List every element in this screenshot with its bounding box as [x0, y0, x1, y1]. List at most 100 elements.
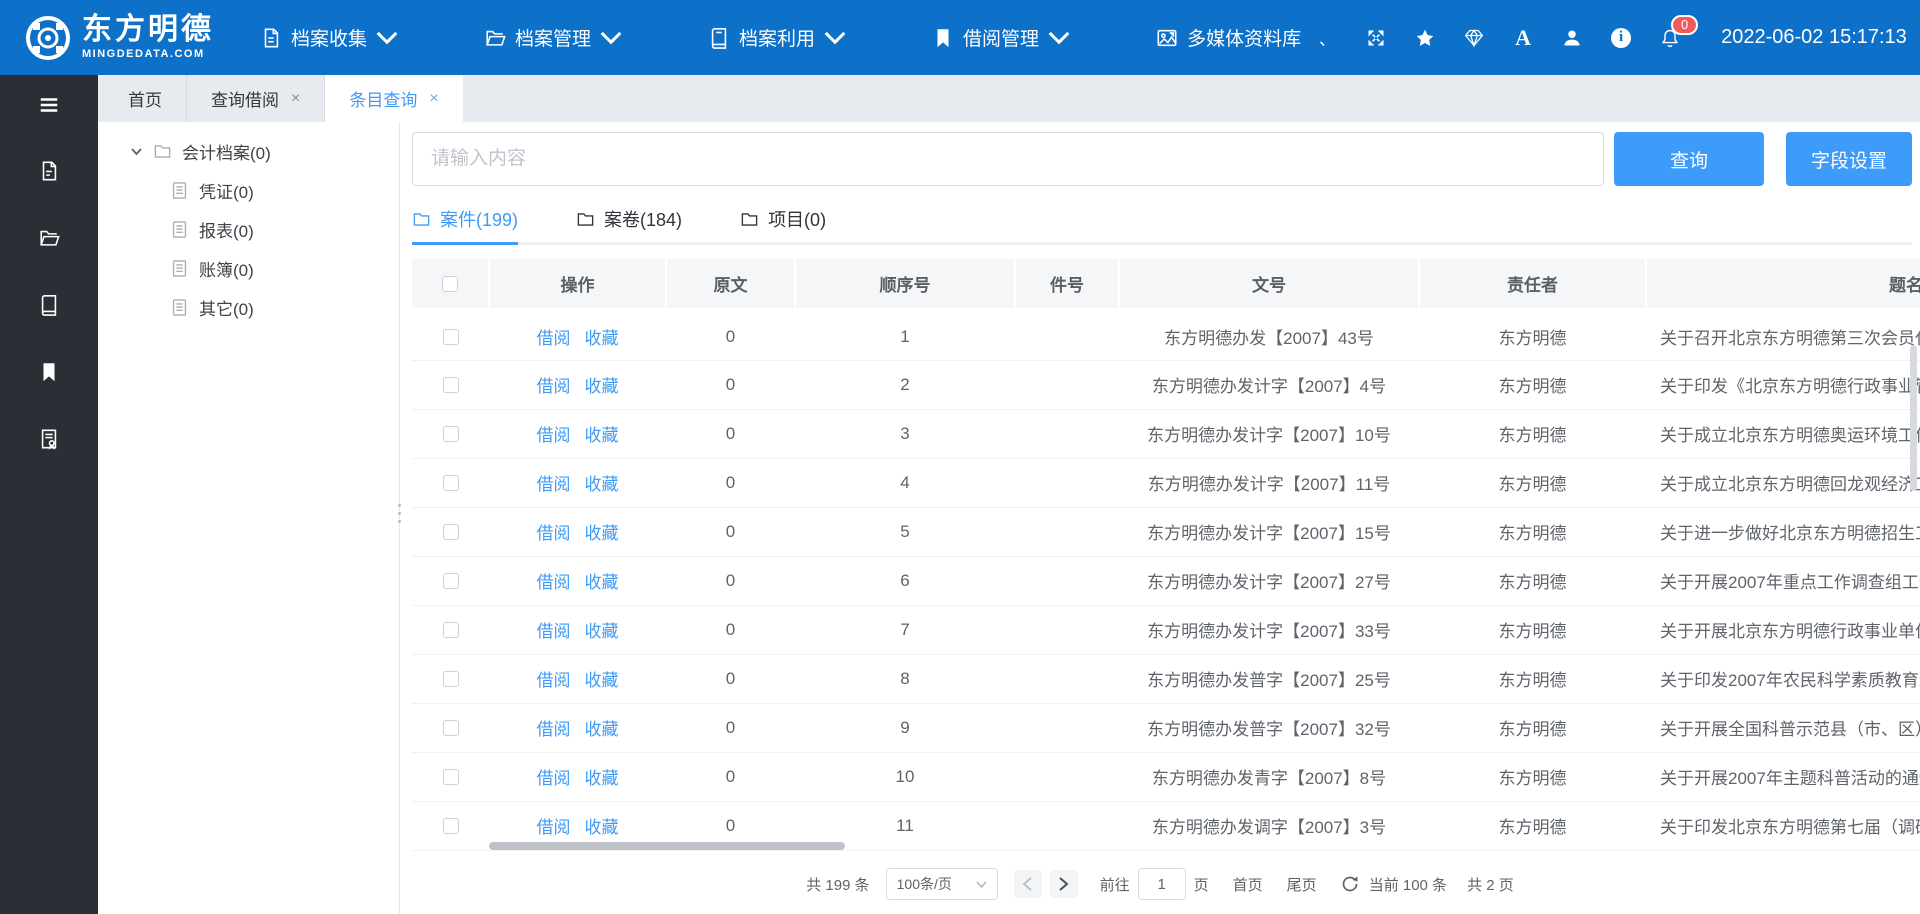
borrow-link[interactable]: 借阅: [537, 377, 571, 396]
query-button[interactable]: 查询: [1614, 132, 1764, 186]
favorite-link[interactable]: 收藏: [585, 426, 619, 445]
close-icon[interactable]: ×: [291, 90, 300, 108]
favorite-link[interactable]: 收藏: [585, 475, 619, 494]
cell-title: 关于印发北京东方明德第七届（调研）工作的通知: [1646, 801, 1920, 850]
borrow-link[interactable]: 借阅: [537, 720, 571, 739]
fullscreen-icon[interactable]: [1365, 27, 1387, 49]
close-icon[interactable]: ×: [429, 90, 438, 108]
cell-responsible: 东方明德: [1419, 752, 1646, 801]
brand: 东方明德 MINGDEDATA.COM: [24, 14, 214, 62]
tree-node-report[interactable]: 报表(0): [98, 210, 399, 249]
borrow-link[interactable]: 借阅: [537, 818, 571, 837]
row-checkbox[interactable]: [443, 818, 459, 834]
favorite-link[interactable]: 收藏: [585, 573, 619, 592]
result-tab-cases[interactable]: 案件(199): [412, 206, 518, 245]
menu-archive-manage[interactable]: 档案管理: [484, 24, 622, 51]
folder-icon: [576, 210, 595, 229]
favorite-link[interactable]: 收藏: [585, 720, 619, 739]
favorite-link[interactable]: 收藏: [585, 818, 619, 837]
nav-icon-group: A i 0: [1365, 27, 1681, 49]
menu-media-library[interactable]: 多媒体资料库: [1156, 24, 1301, 51]
row-checkbox[interactable]: [443, 720, 459, 736]
vertical-scrollbar[interactable]: [1910, 345, 1917, 491]
last-page-link[interactable]: 尾页: [1287, 874, 1317, 895]
tree-node-other[interactable]: 其它(0): [98, 288, 399, 327]
tree-node-root[interactable]: 会计档案(0): [98, 132, 399, 171]
star-icon[interactable]: [1414, 27, 1436, 49]
font-size-icon[interactable]: A: [1512, 27, 1534, 49]
rail-certificate-icon[interactable]: [27, 417, 71, 461]
favorite-link[interactable]: 收藏: [585, 769, 619, 788]
borrow-link[interactable]: 借阅: [537, 622, 571, 641]
menu-archive-use[interactable]: 档案利用: [708, 24, 846, 51]
select-all-checkbox[interactable]: [442, 276, 458, 292]
cell-seq: 9: [795, 703, 1015, 752]
result-tab-volumes[interactable]: 案卷(184): [576, 206, 682, 245]
next-page-button[interactable]: [1050, 870, 1078, 898]
menu-borrow-manage[interactable]: 借阅管理: [932, 24, 1070, 51]
favorite-link[interactable]: 收藏: [585, 377, 619, 396]
row-checkbox[interactable]: [443, 426, 459, 442]
tab-query-borrow[interactable]: 查询借阅 ×: [187, 75, 325, 122]
table-row: 借阅收藏010东方明德办发青字【2007】8号东方明德关于开展2007年主题科普…: [412, 752, 1920, 801]
rail-bookmark-icon[interactable]: [27, 350, 71, 394]
cell-doc-no: 东方明德办发计字【2007】10号: [1119, 409, 1419, 458]
favorite-link[interactable]: 收藏: [585, 622, 619, 641]
row-checkbox[interactable]: [443, 769, 459, 785]
search-input[interactable]: [412, 132, 1604, 186]
checkbox-cell: [412, 409, 489, 458]
borrow-link[interactable]: 借阅: [537, 671, 571, 690]
row-checkbox[interactable]: [443, 573, 459, 589]
gem-icon[interactable]: [1463, 27, 1485, 49]
menu-label: 档案收集: [291, 24, 367, 51]
menu-label: 借阅管理: [963, 24, 1039, 51]
prev-page-button[interactable]: [1014, 870, 1042, 898]
tab-home[interactable]: 首页: [104, 75, 187, 122]
cell-doc-no: 东方明德办发青字【2007】8号: [1119, 752, 1419, 801]
favorite-link[interactable]: 收藏: [585, 671, 619, 690]
field-settings-button[interactable]: 字段设置: [1786, 132, 1912, 186]
cell-doc-no: 东方明德办发计字【2007】27号: [1119, 556, 1419, 605]
borrow-link[interactable]: 借阅: [537, 769, 571, 788]
borrow-link[interactable]: 借阅: [537, 329, 571, 348]
tree-node-voucher[interactable]: 凭证(0): [98, 171, 399, 210]
menu-archive-collect[interactable]: 档案收集: [260, 24, 398, 51]
result-tab-projects[interactable]: 项目(0): [740, 206, 826, 245]
cell-title: 关于开展2007年重点工作调查组工作的通知: [1646, 556, 1920, 605]
current-count: 当前 100 条: [1369, 874, 1447, 895]
row-checkbox[interactable]: [443, 329, 459, 345]
user-icon[interactable]: [1561, 27, 1583, 49]
page-size-select[interactable]: 100条/页: [886, 868, 998, 900]
borrow-link[interactable]: 借阅: [537, 524, 571, 543]
chevron-down-icon: [824, 27, 846, 49]
cell-original: 0: [666, 311, 795, 360]
cell-doc-no: 东方明德办发【2007】43号: [1119, 311, 1419, 360]
borrow-link[interactable]: 借阅: [537, 426, 571, 445]
collapse-menu-icon[interactable]: [27, 83, 71, 127]
borrow-link[interactable]: 借阅: [537, 573, 571, 592]
info-icon[interactable]: i: [1610, 27, 1632, 49]
row-checkbox[interactable]: [443, 475, 459, 491]
tab-entry-query[interactable]: 条目查询 ×: [325, 75, 462, 122]
rail-pdf-file-icon[interactable]: [27, 149, 71, 193]
brand-title: 东方明德: [82, 15, 214, 45]
horizontal-scrollbar[interactable]: [489, 842, 845, 850]
caret-down-icon[interactable]: [130, 145, 143, 158]
cell-seq: 6: [795, 556, 1015, 605]
tree-node-ledger[interactable]: 账簿(0): [98, 249, 399, 288]
rail-book-icon[interactable]: [27, 283, 71, 327]
row-checkbox[interactable]: [443, 524, 459, 540]
favorite-link[interactable]: 收藏: [585, 524, 619, 543]
row-checkbox[interactable]: [443, 622, 459, 638]
favorite-link[interactable]: 收藏: [585, 329, 619, 348]
row-checkbox[interactable]: [443, 671, 459, 687]
menu-label: 档案利用: [739, 24, 815, 51]
borrow-link[interactable]: 借阅: [537, 475, 571, 494]
row-checkbox[interactable]: [443, 377, 459, 393]
first-page-link[interactable]: 首页: [1233, 874, 1263, 895]
actions-cell: 借阅收藏: [489, 311, 666, 360]
refresh-icon[interactable]: [1341, 875, 1359, 893]
bell-icon[interactable]: 0: [1659, 27, 1681, 49]
rail-folder-icon[interactable]: [27, 216, 71, 260]
goto-page-input[interactable]: [1138, 868, 1186, 900]
